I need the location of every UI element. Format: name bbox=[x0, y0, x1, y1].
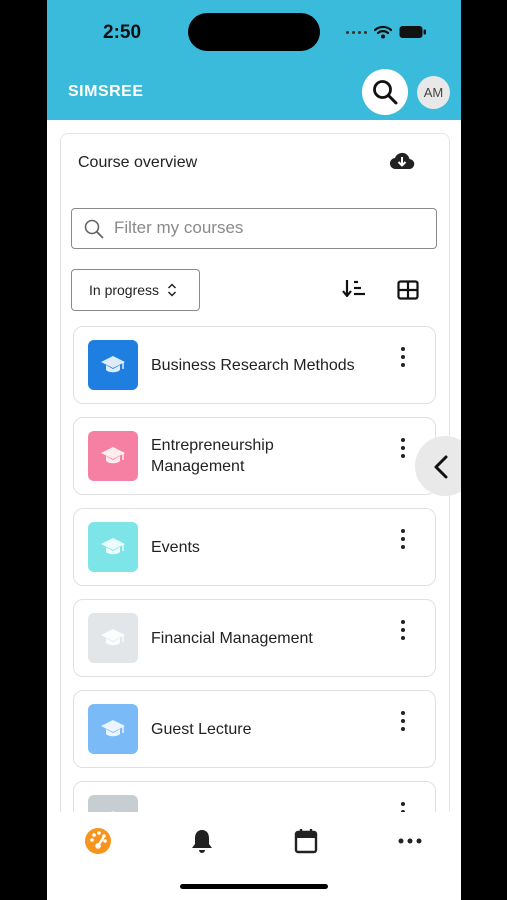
nav-more[interactable] bbox=[395, 826, 425, 856]
graduation-cap-icon bbox=[101, 356, 125, 373]
course-name[interactable]: Business Research Methods bbox=[151, 327, 391, 403]
course-item[interactable]: Entrepreneurship Management bbox=[73, 417, 436, 495]
course-item[interactable]: Business Research Methods bbox=[73, 326, 436, 404]
status-time: 2:50 bbox=[103, 22, 142, 43]
app-screen: 2:50 SIMSREE AM Course overview Filter m… bbox=[47, 0, 461, 900]
course-image bbox=[88, 431, 138, 481]
course-name[interactable]: Guest Lecture bbox=[151, 691, 391, 767]
course-name[interactable]: Financial Management bbox=[151, 600, 391, 676]
search-icon bbox=[84, 219, 104, 239]
sort-icon[interactable] bbox=[342, 278, 366, 300]
status-indicators bbox=[346, 24, 427, 40]
dashboard-icon bbox=[85, 828, 111, 854]
grid-view-icon[interactable] bbox=[397, 280, 419, 300]
chevron-up-down-icon bbox=[168, 283, 177, 297]
course-actions-icon[interactable] bbox=[390, 438, 416, 464]
bell-icon bbox=[192, 830, 212, 853]
course-image bbox=[88, 340, 138, 390]
bottom-nav bbox=[47, 812, 461, 900]
course-name[interactable]: Entrepreneurship Management bbox=[151, 418, 301, 494]
graduation-cap-icon bbox=[101, 538, 125, 555]
dynamic-island bbox=[188, 13, 320, 51]
course-image bbox=[88, 522, 138, 572]
nav-notifications[interactable] bbox=[187, 826, 217, 856]
graduation-cap-icon bbox=[101, 629, 125, 646]
course-item[interactable]: Guest Lecture bbox=[73, 690, 436, 768]
home-indicator bbox=[180, 884, 328, 889]
calendar-icon bbox=[294, 829, 318, 854]
course-item[interactable]: Financial Management bbox=[73, 599, 436, 677]
course-actions-icon[interactable] bbox=[390, 347, 416, 373]
filter-courses-field[interactable] bbox=[71, 208, 437, 249]
app-title: SIMSREE bbox=[68, 83, 144, 100]
app-header: 2:50 SIMSREE AM bbox=[47, 0, 461, 120]
course-actions-icon[interactable] bbox=[390, 620, 416, 646]
course-actions-icon[interactable] bbox=[390, 711, 416, 737]
course-actions-icon[interactable] bbox=[390, 529, 416, 555]
more-icon bbox=[398, 838, 422, 844]
filter-courses-input[interactable] bbox=[114, 209, 414, 246]
course-status-select[interactable]: In progress bbox=[71, 269, 200, 311]
battery-icon bbox=[399, 26, 426, 38]
course-overview-title: Course overview bbox=[78, 154, 198, 171]
nav-dashboard[interactable] bbox=[83, 826, 113, 856]
search-button[interactable] bbox=[362, 69, 408, 115]
graduation-cap-icon bbox=[101, 720, 125, 737]
graduation-cap-icon bbox=[101, 447, 125, 464]
course-image bbox=[88, 613, 138, 663]
course-item[interactable]: Events bbox=[73, 508, 436, 586]
course-overview-card: Course overview In progress bbox=[60, 133, 450, 859]
course-name[interactable]: Events bbox=[151, 509, 391, 585]
chevron-left-icon bbox=[434, 455, 448, 479]
cloud-download-icon[interactable] bbox=[389, 151, 415, 171]
course-image bbox=[88, 704, 138, 754]
course-status-label: In progress bbox=[89, 282, 160, 298]
nav-calendar[interactable] bbox=[291, 826, 321, 856]
search-icon bbox=[373, 80, 398, 105]
user-avatar[interactable]: AM bbox=[417, 76, 450, 109]
wifi-icon bbox=[374, 25, 392, 39]
signal-icon bbox=[346, 30, 367, 34]
